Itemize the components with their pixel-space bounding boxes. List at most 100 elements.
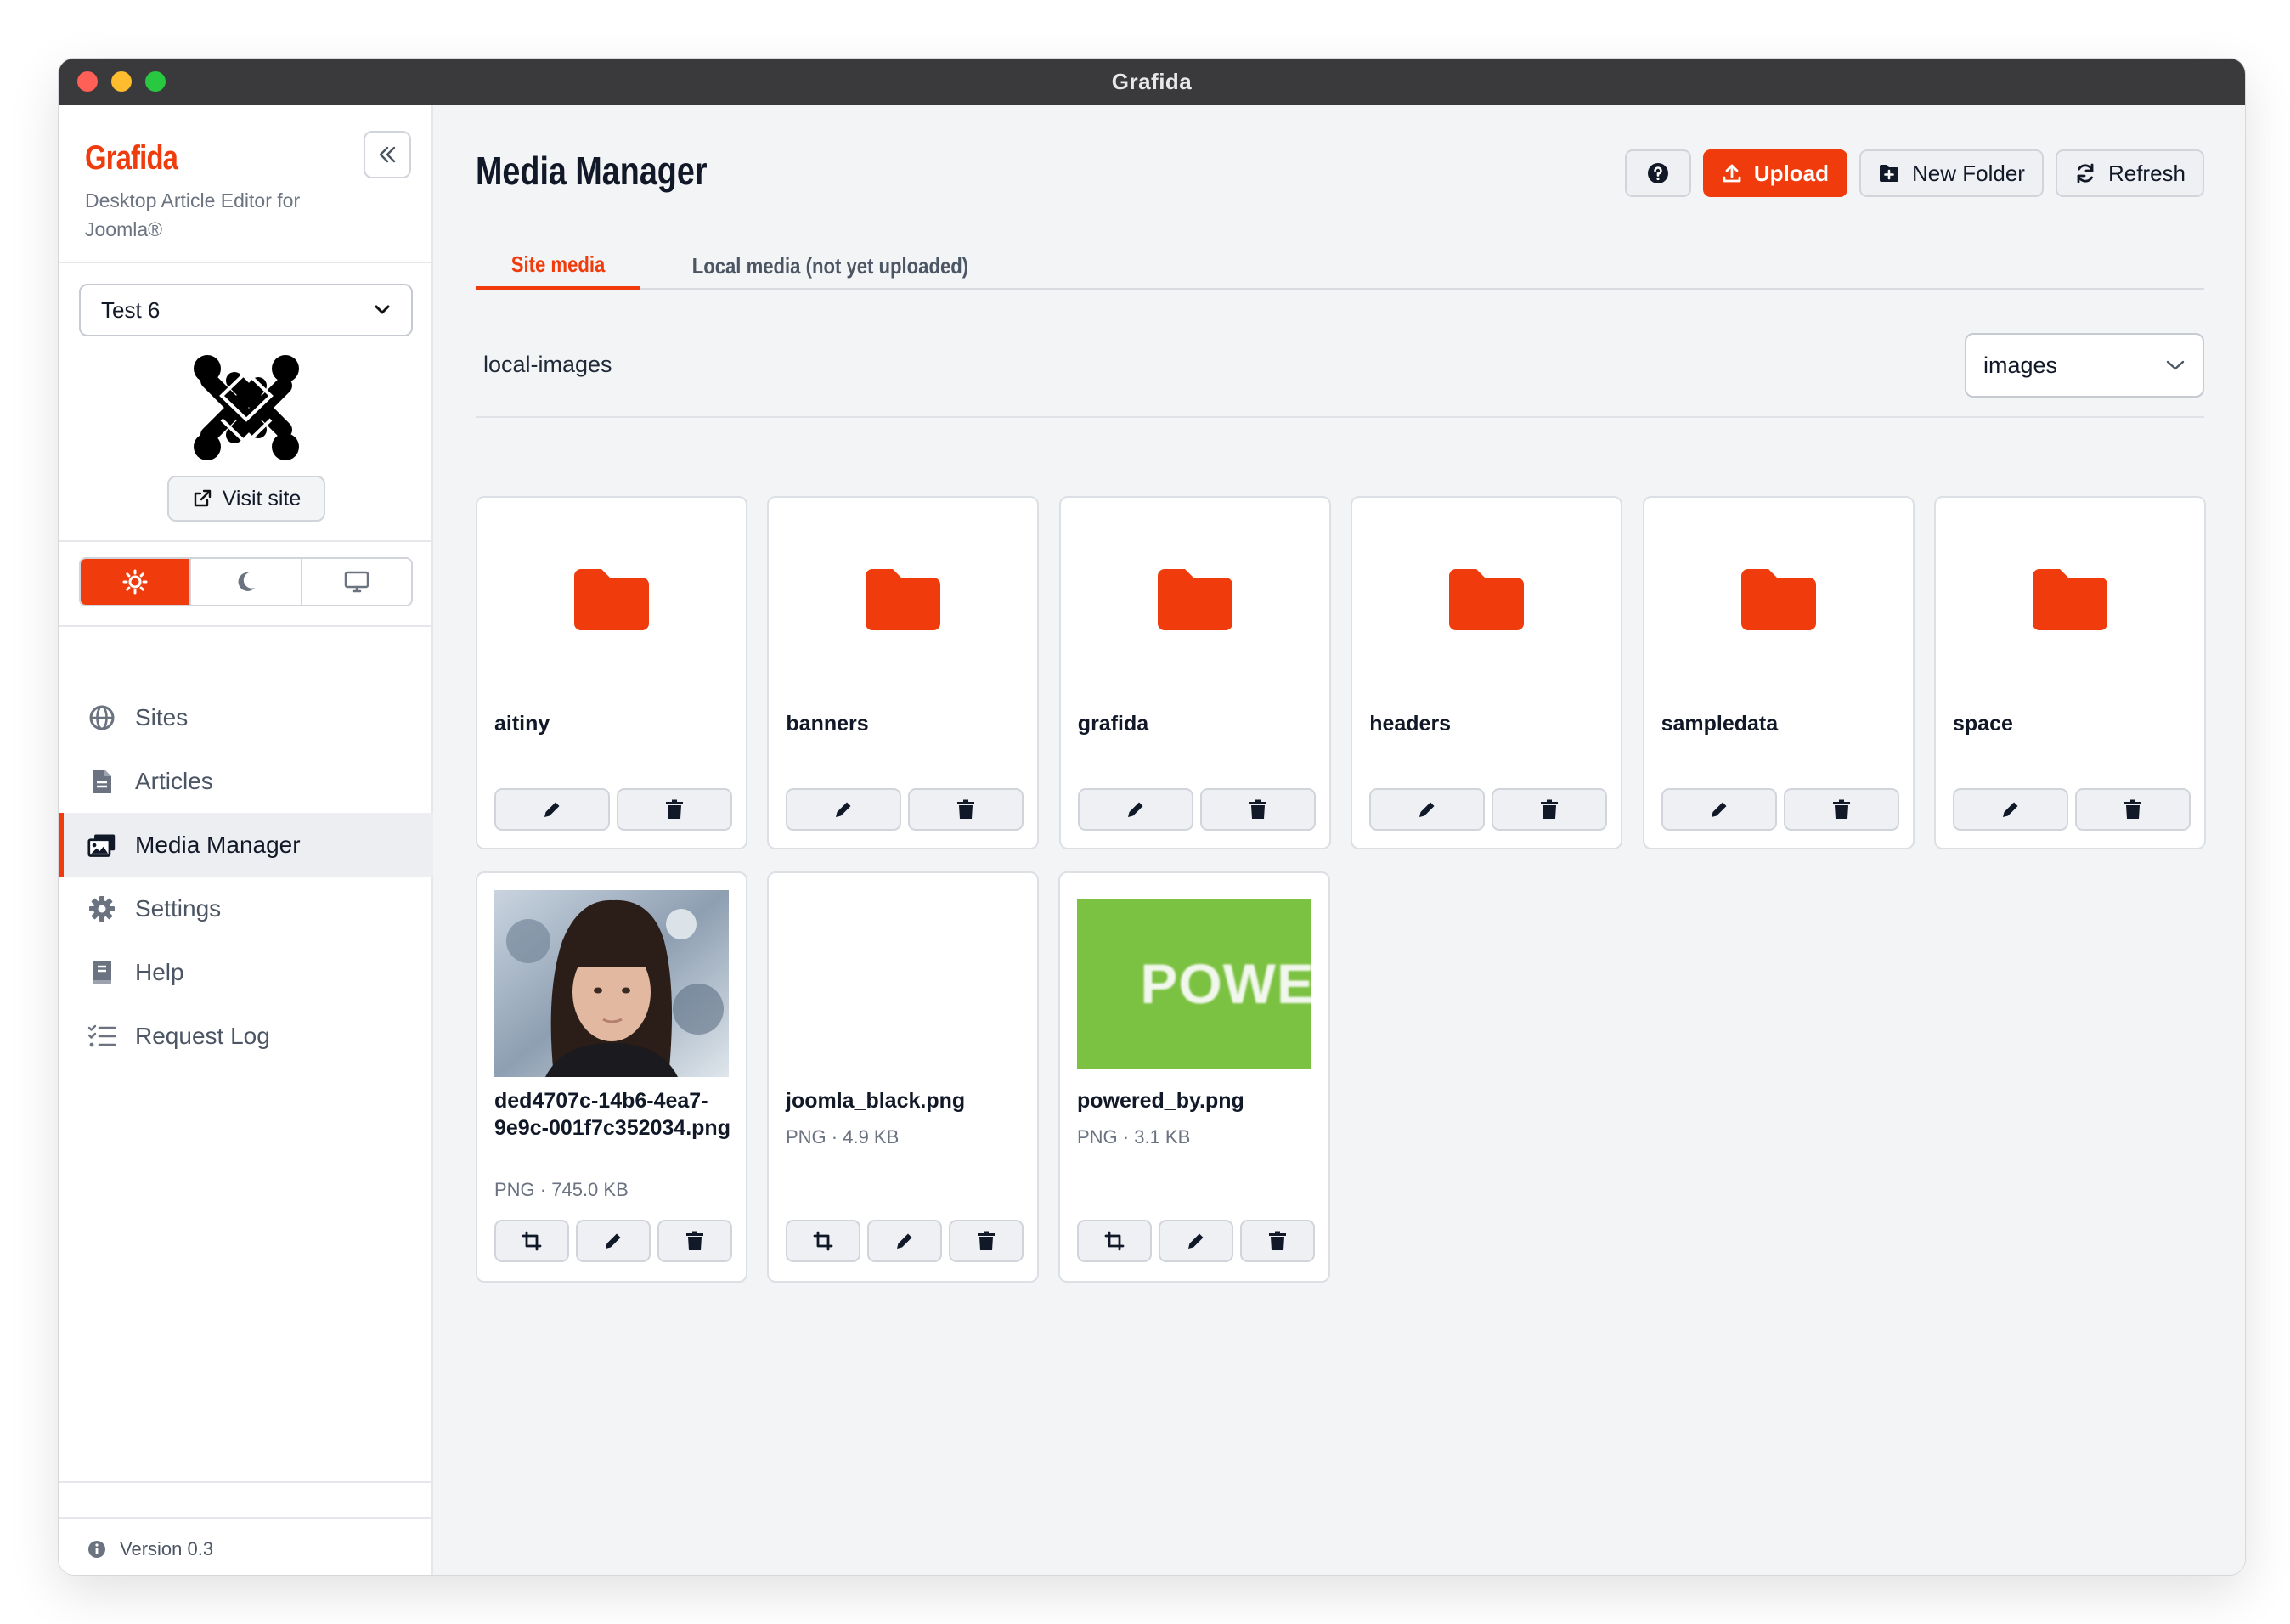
dark-theme-button[interactable] xyxy=(191,559,302,605)
file-card[interactable]: joomla_black.png PNG · 4.9 KB xyxy=(767,871,1039,1283)
sidebar: Grafida Desktop Article Editor for Jooml… xyxy=(59,105,433,1575)
sidebar-divider xyxy=(59,1481,433,1483)
external-link-icon xyxy=(194,489,211,507)
folder-card[interactable]: headers xyxy=(1351,496,1623,849)
file-actions xyxy=(786,1220,1024,1262)
edit-button[interactable] xyxy=(1159,1220,1233,1262)
trash-icon xyxy=(957,799,975,819)
folder-select[interactable]: images xyxy=(1965,333,2204,398)
edit-button[interactable] xyxy=(576,1220,651,1262)
info-icon xyxy=(88,1541,105,1558)
close-window-button[interactable] xyxy=(77,71,98,92)
sidebar-divider xyxy=(59,540,433,542)
sidebar-item-help[interactable]: Help xyxy=(59,940,433,1004)
refresh-button[interactable]: Refresh xyxy=(2055,149,2204,197)
file-actions xyxy=(494,1220,732,1262)
rename-folder-button[interactable] xyxy=(1369,788,1486,831)
light-theme-button[interactable] xyxy=(81,559,192,605)
rename-folder-button[interactable] xyxy=(1661,788,1777,831)
crop-button[interactable] xyxy=(494,1220,569,1262)
folder-thumbnail[interactable] xyxy=(1953,515,2187,685)
folder-card[interactable]: grafida xyxy=(1058,496,1331,849)
crop-button[interactable] xyxy=(1077,1220,1152,1262)
folder-name: aitiny xyxy=(494,712,550,736)
folder-thumbnail[interactable] xyxy=(1369,515,1604,685)
folder-thumbnail[interactable] xyxy=(494,515,729,685)
sidebar-item-request-log[interactable]: Request Log xyxy=(59,1004,433,1068)
tab-label: Site media xyxy=(510,251,606,277)
title-bar: Grafida xyxy=(59,59,2245,105)
delete-folder-button[interactable] xyxy=(908,788,1024,831)
folder-icon xyxy=(866,569,941,630)
chevron-down-icon xyxy=(375,305,390,314)
delete-button[interactable] xyxy=(1240,1220,1315,1262)
folder-thumbnail[interactable] xyxy=(1661,515,1896,685)
sidebar-item-media-manager[interactable]: Media Manager xyxy=(59,813,433,877)
collapse-sidebar-button[interactable] xyxy=(364,131,411,178)
sidebar-item-settings[interactable]: Settings xyxy=(59,877,433,940)
folder-card[interactable]: space xyxy=(1934,496,2206,849)
file-card[interactable]: POWE powered_by.png PNG · 3.1 KB xyxy=(1058,871,1330,1283)
sidebar-item-articles[interactable]: Articles xyxy=(59,749,433,813)
site-select[interactable]: Test 6 xyxy=(79,284,413,336)
upload-button[interactable]: Upload xyxy=(1702,149,1848,197)
rename-folder-button[interactable] xyxy=(494,788,610,831)
delete-button[interactable] xyxy=(949,1220,1024,1262)
upload-icon xyxy=(1723,164,1741,183)
file-name: ded4707c-14b6-4ea7-9e9c-001f7c352034.png xyxy=(494,1089,730,1140)
file-thumbnail[interactable]: POWE xyxy=(1077,890,1311,1077)
current-path: local-images xyxy=(483,352,612,377)
minimize-window-button[interactable] xyxy=(111,71,132,92)
file-thumbnail[interactable] xyxy=(786,890,1020,1077)
delete-folder-button[interactable] xyxy=(2075,788,2191,831)
tab-local-media[interactable]: Local media (not yet uploaded) xyxy=(640,243,1020,290)
folder-card[interactable]: aitiny xyxy=(476,496,747,849)
folder-actions xyxy=(1953,788,2191,831)
tab-site-media[interactable]: Site media xyxy=(476,243,641,290)
folder-name: sampledata xyxy=(1661,712,1779,736)
folder-thumbnail[interactable] xyxy=(1078,515,1312,685)
site-select-value: Test 6 xyxy=(101,296,161,323)
file-card[interactable]: ded4707c-14b6-4ea7-9e9c-001f7c352034.png… xyxy=(476,871,747,1283)
pencil-icon xyxy=(606,1233,621,1249)
path-divider xyxy=(476,416,2204,418)
pencil-icon xyxy=(1188,1233,1204,1249)
app-window: Grafida Grafida Desktop Article Editor f… xyxy=(59,59,2245,1575)
moon-icon xyxy=(239,572,256,591)
delete-folder-button[interactable] xyxy=(1492,788,1608,831)
folder-card[interactable]: banners xyxy=(767,496,1040,849)
new-folder-button[interactable]: New Folder xyxy=(1859,149,2044,197)
joomla-logo-icon xyxy=(194,355,299,460)
delete-button[interactable] xyxy=(657,1220,732,1262)
folder-icon xyxy=(2033,569,2107,630)
system-theme-button[interactable] xyxy=(302,559,411,605)
delete-folder-button[interactable] xyxy=(617,788,732,831)
window-title: Grafida xyxy=(1111,69,1193,94)
rename-folder-button[interactable] xyxy=(1077,788,1193,831)
thumbnail-text: POWE xyxy=(1140,952,1311,1015)
crop-button[interactable] xyxy=(786,1220,860,1262)
new-folder-label: New Folder xyxy=(1912,160,2025,186)
help-button[interactable] xyxy=(1624,149,1691,197)
folder-card[interactable]: sampledata xyxy=(1642,496,1915,849)
zoom-window-button[interactable] xyxy=(145,71,166,92)
delete-folder-button[interactable] xyxy=(1783,788,1899,831)
edit-button[interactable] xyxy=(867,1220,942,1262)
sidebar-divider xyxy=(59,1517,433,1519)
rename-folder-button[interactable] xyxy=(786,788,902,831)
globe-icon xyxy=(89,705,115,730)
folder-name: banners xyxy=(786,712,869,736)
folder-name: space xyxy=(1953,712,2013,736)
folder-thumbnail[interactable] xyxy=(786,515,1020,685)
folder-actions xyxy=(1369,788,1608,831)
delete-folder-button[interactable] xyxy=(1199,788,1316,831)
rename-folder-button[interactable] xyxy=(1953,788,2068,831)
pencil-icon xyxy=(897,1233,912,1249)
brand-logo: Grafida xyxy=(85,139,178,177)
pencil-icon xyxy=(2003,802,2018,817)
file-thumbnail[interactable] xyxy=(494,890,729,1077)
sidebar-item-sites[interactable]: Sites xyxy=(59,685,433,749)
portrait-image-icon xyxy=(494,890,729,1077)
pencil-icon xyxy=(544,802,560,817)
visit-site-button[interactable]: Visit site xyxy=(167,476,325,522)
